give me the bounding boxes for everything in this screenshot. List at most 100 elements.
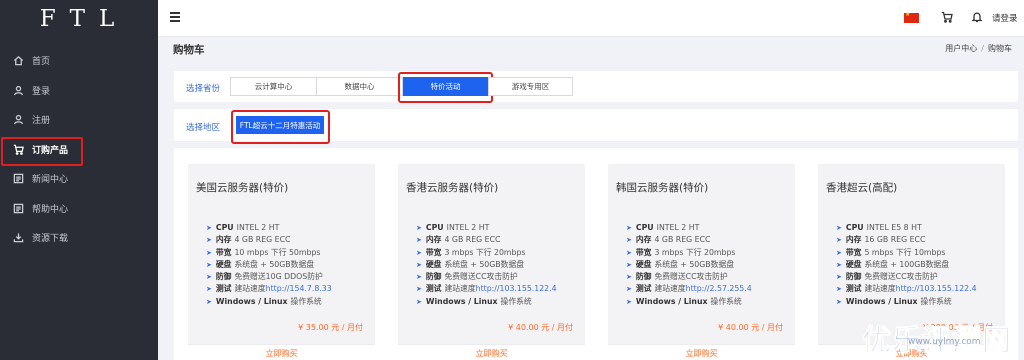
site-logo[interactable]: FTL bbox=[0, 0, 158, 37]
spec-value: 建站速度 bbox=[444, 284, 476, 294]
sidebar-item-news[interactable]: 新闻中心 bbox=[0, 164, 158, 194]
arrow-icon: ➤ bbox=[836, 236, 842, 245]
spec-item: ➤ 内存 4 GB REG ECC bbox=[626, 234, 752, 246]
tab-cloud-computing-center[interactable]: 云计算中心 bbox=[230, 77, 317, 96]
top-bar: 请登录 bbox=[158, 0, 1024, 37]
arrow-icon: ➤ bbox=[836, 297, 842, 306]
spec-key: 防御 bbox=[425, 272, 442, 282]
china-flag-icon[interactable] bbox=[904, 11, 919, 23]
sidebar-item-home[interactable]: 首页 bbox=[0, 46, 158, 76]
product-specs: ➤ CPU INTEL 2 HT ➤ 内存 4 GB REG ECC ➤ 带宽 10 mbps … bbox=[206, 222, 332, 308]
spec-item: ➤ 测试 建站速度http://2.57.255.4 bbox=[626, 283, 752, 295]
arrow-icon: ➤ bbox=[626, 224, 632, 232]
spec-item: ➤ CPU INTEL 2 HT bbox=[206, 222, 332, 234]
spec-value: 操作系统 bbox=[710, 296, 742, 306]
spec-value: 免费赠送CC攻击防护 bbox=[444, 272, 518, 282]
breadcrumb-item-cart: 购物车 bbox=[988, 44, 1012, 53]
arrow-icon: ➤ bbox=[416, 285, 422, 294]
spec-link[interactable]: http://2.57.255.4 bbox=[686, 284, 752, 293]
spec-key: Windows / Linux bbox=[215, 296, 288, 306]
spec-key: 内存 bbox=[425, 235, 442, 245]
spec-item: ➤ 硬盘 系统盘 + 50GB数据盘 bbox=[626, 259, 752, 271]
buy-now-button[interactable]: 立即购买 bbox=[608, 344, 795, 360]
sidebar-item-order-products[interactable]: 订购产品 bbox=[0, 135, 158, 165]
sidebar-item-login[interactable]: 登录 bbox=[0, 76, 158, 106]
spec-value: 建站速度 bbox=[654, 284, 686, 294]
spec-value: 操作系统 bbox=[500, 296, 532, 306]
buy-now-button[interactable]: 立即购买 bbox=[188, 344, 375, 360]
arrow-icon: ➤ bbox=[626, 285, 632, 294]
spec-value: 免费赠送10G DDOS防护 bbox=[234, 272, 323, 282]
bell-icon[interactable] bbox=[971, 11, 983, 23]
arrow-icon: ➤ bbox=[626, 273, 632, 282]
product-specs: ➤ CPU INTEL E5 8 HT ➤ 内存 16 GB REG ECC ➤ 带宽 5 mb… bbox=[836, 222, 977, 308]
arrow-icon: ➤ bbox=[416, 297, 422, 306]
spec-value: INTEL E5 8 HT bbox=[866, 223, 922, 232]
sidebar-nav: 首页 登录 注册 订购产品 新闻中心 帮助中心 资源下载 bbox=[0, 46, 158, 253]
spec-value: 3 mbps 下行 20mbps bbox=[654, 247, 736, 257]
arrow-icon: ➤ bbox=[416, 236, 422, 245]
spec-value: 5 mbps 下行 10mbps bbox=[864, 247, 946, 257]
sidebar-item-downloads[interactable]: 资源下载 bbox=[0, 223, 158, 253]
spec-key: 防御 bbox=[215, 272, 232, 282]
spec-value: 操作系统 bbox=[920, 296, 952, 306]
spec-item: ➤ CPU INTEL 2 HT bbox=[416, 222, 557, 234]
spec-item: ➤ 内存 16 GB REG ECC bbox=[836, 234, 977, 246]
product-price: ¥ 40.00 元 / 月付 bbox=[508, 323, 573, 332]
spec-value: 建站速度 bbox=[864, 284, 896, 294]
spec-key: 硬盘 bbox=[215, 259, 232, 269]
spec-key: Windows / Linux bbox=[635, 296, 708, 306]
region-option-ftl-december-promo[interactable]: FTL超云十二月特惠活动 bbox=[231, 110, 330, 144]
spec-link[interactable]: http://154.7.8.33 bbox=[266, 284, 332, 293]
spec-link[interactable]: http://103.155.122.4 bbox=[896, 284, 977, 293]
sidebar-item-help[interactable]: 帮助中心 bbox=[0, 194, 158, 224]
arrow-icon: ➤ bbox=[626, 248, 632, 257]
breadcrumb-item-user-center[interactable]: 用户中心 bbox=[945, 44, 977, 53]
spec-item: ➤ Windows / Linux 操作系统 bbox=[626, 296, 752, 308]
spec-item: ➤ 防御 免费赠送CC攻击防护 bbox=[836, 271, 977, 283]
spec-link[interactable]: http://103.155.122.4 bbox=[476, 284, 557, 293]
news-icon bbox=[12, 173, 24, 185]
spec-key: 带宽 bbox=[215, 247, 232, 257]
spec-value: 系统盘 + 50GB数据盘 bbox=[654, 259, 735, 269]
product-specs: ➤ CPU INTEL 2 HT ➤ 内存 4 GB REG ECC ➤ 带宽 3 mbps 下… bbox=[626, 222, 752, 308]
arrow-icon: ➤ bbox=[206, 224, 212, 232]
tab-special-offers[interactable]: 特价活动 bbox=[398, 72, 493, 103]
cart-icon[interactable] bbox=[941, 11, 953, 23]
download-icon bbox=[12, 232, 24, 244]
arrow-icon: ➤ bbox=[206, 297, 212, 306]
spec-value: 3 mbps 下行 20mbps bbox=[444, 247, 526, 257]
spec-item: ➤ Windows / Linux 操作系统 bbox=[836, 296, 977, 308]
spec-item: ➤ 测试 建站速度http://103.155.122.4 bbox=[416, 283, 557, 295]
arrow-icon: ➤ bbox=[206, 285, 212, 294]
product-name: 香港云服务器(特价) bbox=[406, 182, 499, 194]
spec-item: ➤ 防御 免费赠送CC攻击防护 bbox=[416, 271, 557, 283]
arrow-icon: ➤ bbox=[416, 248, 422, 257]
group-filter-label: 选择省份 bbox=[186, 84, 221, 94]
menu-toggle-icon[interactable] bbox=[170, 12, 180, 22]
spec-item: ➤ 内存 4 GB REG ECC bbox=[416, 234, 557, 246]
spec-key: Windows / Linux bbox=[425, 296, 498, 306]
spec-key: 带宽 bbox=[425, 247, 442, 257]
spec-key: 测试 bbox=[845, 284, 862, 294]
tab-gaming-zone[interactable]: 游戏专用区 bbox=[488, 77, 573, 96]
product-price: ¥ 35.00 元 / 月付 bbox=[298, 323, 363, 332]
spec-value: INTEL 2 HT bbox=[446, 223, 490, 232]
tab-data-center[interactable]: 数据中心 bbox=[316, 77, 403, 96]
cart-icon bbox=[12, 143, 24, 155]
buy-now-button[interactable]: 立即购买 bbox=[398, 344, 585, 360]
spec-value: 4 GB REG ECC bbox=[234, 235, 291, 245]
user-icon bbox=[12, 84, 24, 96]
login-link[interactable]: 请登录 bbox=[992, 12, 1018, 24]
spec-key: 防御 bbox=[845, 272, 862, 282]
spec-item: ➤ 测试 建站速度http://103.155.122.4 bbox=[836, 283, 977, 295]
spec-value: 免费赠送CC攻击防护 bbox=[864, 272, 938, 282]
sidebar-item-label: 新闻中心 bbox=[32, 175, 69, 186]
spec-value: 4 GB REG ECC bbox=[654, 235, 711, 245]
spec-item: ➤ 带宽 3 mbps 下行 20mbps bbox=[626, 247, 752, 259]
user-icon bbox=[12, 114, 24, 126]
spec-item: ➤ 防御 免费赠送CC攻击防护 bbox=[626, 271, 752, 283]
spec-key: CPU bbox=[845, 223, 864, 232]
spec-key: 硬盘 bbox=[845, 259, 862, 269]
sidebar-item-register[interactable]: 注册 bbox=[0, 105, 158, 135]
